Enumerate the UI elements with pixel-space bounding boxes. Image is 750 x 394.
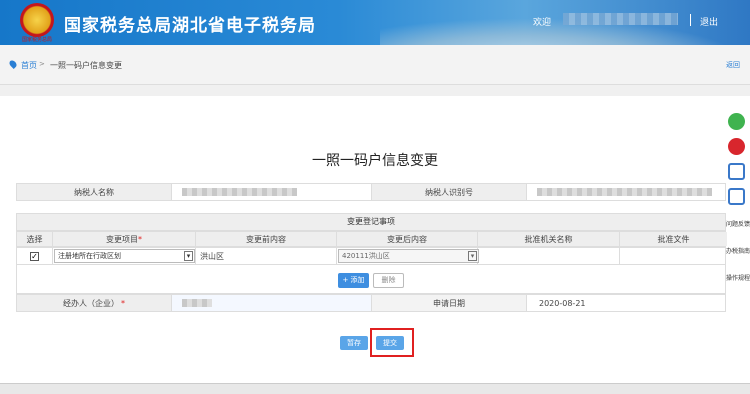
required-mark: * [138, 234, 142, 244]
row-checkbox[interactable]: ✓ [30, 251, 39, 261]
taxpayer-name-value [172, 184, 372, 200]
chevron-down-icon: ▾ [468, 251, 477, 261]
manual-link[interactable]: 操作规程 [726, 275, 750, 283]
add-row-button[interactable]: + 添加 [338, 273, 369, 288]
save-draft-button[interactable]: 暂存 [340, 336, 368, 350]
change-section-title: 变更登记事项 [16, 213, 726, 231]
submit-button[interactable]: 提交 [376, 336, 404, 350]
site-title: 国家税务总局湖北省电子税务局 [64, 16, 316, 36]
breadcrumb-separator: > [39, 60, 45, 68]
app-icon[interactable] [728, 163, 745, 180]
emblem-caption: 国家税务总局 [21, 37, 52, 43]
taxpayer-id-label: 纳税人识别号 [372, 184, 527, 200]
breadcrumb-home-link[interactable]: 首页 [21, 60, 37, 71]
weibo-icon[interactable] [728, 138, 745, 155]
wechat-icon[interactable] [728, 113, 745, 130]
col-approver: 批准机关名称 [478, 232, 620, 246]
breadcrumb-current: 一照一码户信息变更 [50, 61, 122, 70]
breadcrumb: 首页 > 一照一码户信息变更 返回 [0, 45, 750, 85]
feedback-link[interactable]: 问题反馈 [726, 221, 750, 229]
required-mark: * [121, 298, 125, 308]
agent-label-text: 经办人（企业） [63, 298, 119, 308]
delete-row-button[interactable]: 删除 [373, 273, 404, 288]
taxpayer-name-label: 纳税人名称 [17, 184, 172, 200]
taxpayer-id-value [527, 184, 727, 200]
user-name-redacted [563, 13, 678, 25]
header-background-mountain [380, 18, 740, 45]
col-change-item-label: 变更项目 [106, 234, 138, 244]
logout-link[interactable]: 退出 [700, 15, 718, 28]
date-value: 2020-08-21 [539, 298, 586, 308]
col-change-item: 变更项目 * [53, 232, 196, 246]
welcome-text: 欢迎 [533, 18, 552, 28]
horizontal-scrollbar[interactable] [0, 383, 750, 394]
table-actions-row [16, 265, 726, 294]
agent-label: 经办人（企业） * [17, 295, 172, 311]
tax-emblem-icon [20, 3, 54, 37]
change-item-select[interactable]: 注册地所在行政区划 ▾ [54, 249, 195, 263]
agent-field[interactable] [172, 295, 372, 311]
header-divider [690, 14, 691, 26]
page-title: 一照一码户信息变更 [312, 153, 438, 169]
site-header: 国家税务总局 国家税务总局湖北省电子税务局 欢迎 退出 [0, 0, 750, 45]
document-cell[interactable] [620, 248, 727, 264]
after-value-select[interactable]: 420111洪山区 ▾ [338, 249, 479, 263]
change-table-header: 选择 变更项目 * 变更前内容 变更后内容 批准机关名称 批准文件 [16, 231, 727, 247]
select-cell: ✓ [17, 248, 53, 264]
taxpayer-info-row: 纳税人名称 纳税人识别号 [16, 183, 726, 201]
col-after: 变更后内容 [337, 232, 478, 246]
back-link[interactable]: 返回 [726, 60, 740, 70]
guide-link[interactable]: 办税指南 [726, 248, 750, 256]
agent-row: 经办人（企业） * 申请日期 2020-08-21 [16, 294, 726, 312]
approver-cell[interactable] [478, 248, 620, 264]
location-pin-icon [8, 59, 18, 69]
change-item-value: 注册地所在行政区划 [58, 252, 121, 260]
before-value: 洪山区 [196, 248, 337, 264]
tablet-icon[interactable] [728, 188, 745, 205]
col-select: 选择 [17, 232, 53, 246]
date-label: 申请日期 [372, 295, 527, 311]
side-toolbar: 问题反馈 办税指南 操作规程 [726, 108, 750, 308]
after-value: 420111洪山区 [342, 252, 390, 260]
chevron-down-icon: ▾ [184, 251, 193, 261]
col-before: 变更前内容 [196, 232, 337, 246]
col-document: 批准文件 [620, 232, 727, 246]
